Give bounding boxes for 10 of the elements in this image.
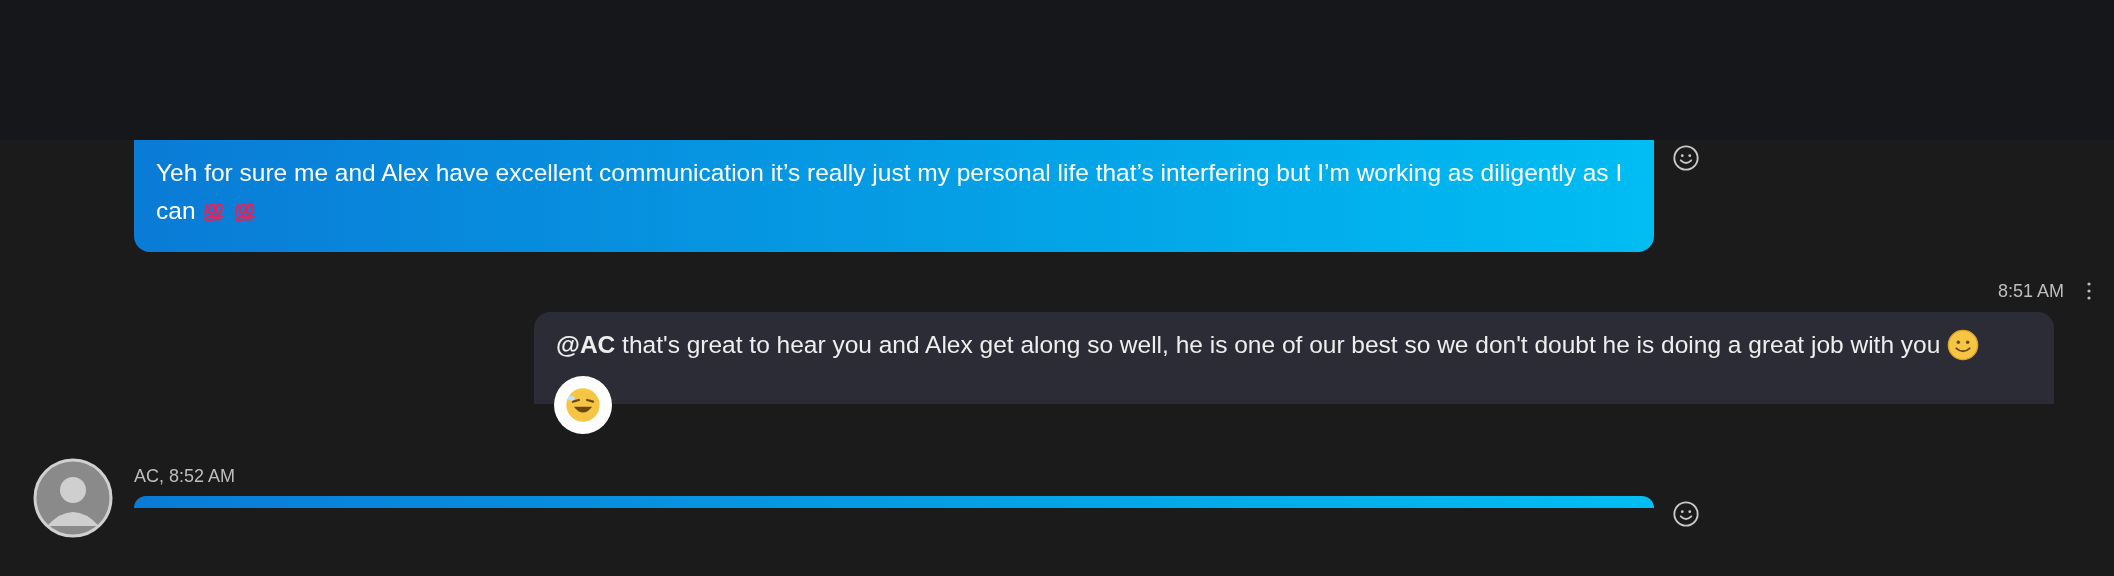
message-time: 8:51 AM xyxy=(1997,280,2064,302)
sender-and-time: AC, 8:52 AM xyxy=(134,466,236,487)
reaction-badge[interactable] xyxy=(554,376,612,434)
laughing-face-icon xyxy=(563,385,603,425)
message-text: Yeh for sure me and Alex have excellent communication it’s really just my personal life that’s interfering but I’m working as diligently as I can xyxy=(156,158,1624,226)
add-reaction-icon[interactable] xyxy=(1672,500,1700,528)
message-text: @AC that's great to hear you and Alex get along so well, he is one of our best so we don't doubt he is doing a great job with you xyxy=(556,326,2032,364)
more-options-icon[interactable] xyxy=(2086,281,2092,301)
add-reaction-icon[interactable] xyxy=(1672,144,1700,172)
smiley-icon xyxy=(1947,329,1980,361)
